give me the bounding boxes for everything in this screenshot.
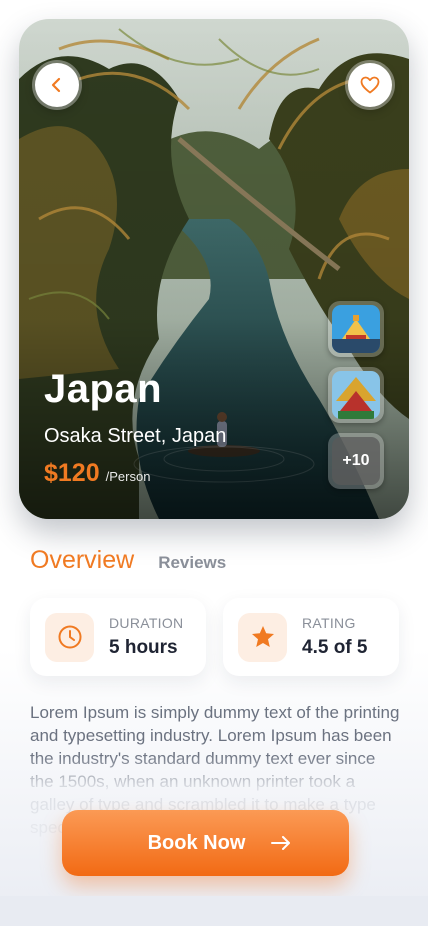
price: $120 — [44, 459, 100, 487]
rating-card: RATING 4.5 of 5 — [223, 598, 399, 676]
arrow-right-icon — [271, 836, 291, 850]
gallery-more-count: +10 — [342, 452, 370, 469]
tab-reviews[interactable]: Reviews — [158, 553, 226, 573]
rating-label: RATING — [302, 615, 356, 631]
duration-label: DURATION — [109, 615, 184, 631]
book-now-label: Book Now — [147, 831, 246, 854]
chevron-left-icon — [51, 77, 61, 93]
temple-photo — [332, 305, 380, 353]
favorite-button[interactable] — [348, 63, 392, 107]
hero-card: +10 Japan Osaka Street, Japan $120 /Pers… — [19, 19, 409, 519]
price-unit: /Person — [105, 469, 151, 484]
duration-card: DURATION 5 hours — [30, 598, 206, 676]
heart-icon — [360, 76, 380, 94]
gallery-more-button[interactable]: +10 — [328, 433, 384, 489]
detail-tabs: Overview Reviews — [30, 546, 226, 575]
clock-icon — [58, 625, 81, 649]
back-button[interactable] — [35, 63, 79, 107]
tab-overview[interactable]: Overview — [30, 546, 134, 575]
star-icon — [251, 626, 274, 647]
place-location: Osaka Street, Japan — [44, 425, 227, 447]
book-now-button[interactable]: Book Now — [62, 810, 349, 876]
gallery-thumbnail-2[interactable] — [328, 367, 384, 423]
pagoda-photo — [332, 371, 380, 419]
duration-value: 5 hours — [109, 637, 178, 658]
duration-icon-badge — [45, 612, 94, 662]
place-title: Japan — [44, 367, 163, 411]
price-row: $120 /Person — [44, 459, 150, 488]
bottom-area — [0, 896, 428, 926]
gallery-thumbnails: +10 — [328, 301, 384, 499]
rating-icon-badge — [238, 612, 287, 662]
gallery-thumbnail-1[interactable] — [328, 301, 384, 357]
rating-value: 4.5 of 5 — [302, 637, 368, 658]
